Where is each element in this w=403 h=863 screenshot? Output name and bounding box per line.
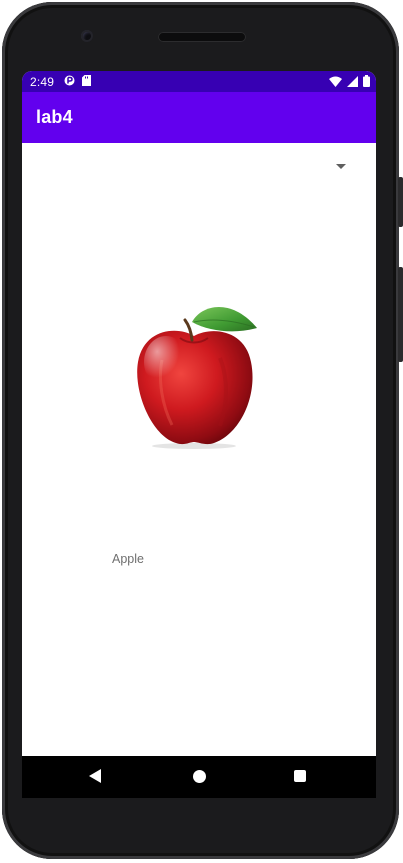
recents-button[interactable] [294,770,306,782]
fruit-label: Apple [112,552,144,566]
navigation-bar [22,756,376,798]
main-content: Apple [22,143,376,756]
signal-icon [347,75,358,90]
front-camera [81,30,93,42]
status-bar: 2:49 [22,71,376,92]
app-screen: 2:49 lab4 Apple [22,71,376,756]
back-button[interactable] [89,769,101,783]
power-button [398,267,403,362]
fruit-spinner[interactable] [322,155,358,181]
wifi-icon [329,76,342,90]
status-system-icons [329,75,370,90]
earpiece-speaker [158,32,246,42]
status-notification-icons [64,74,92,89]
app-bar: lab4 [22,92,376,143]
dropdown-arrow-icon [336,164,346,169]
status-time: 2:49 [30,74,55,89]
sync-icon [64,75,75,89]
volume-button [398,177,403,227]
home-button[interactable] [193,770,206,783]
app-title: lab4 [36,107,73,127]
battery-icon [363,75,370,90]
apple-image [132,300,267,450]
device-frame: 2:49 lab4 Apple [0,0,403,863]
sd-card-icon [82,74,92,89]
